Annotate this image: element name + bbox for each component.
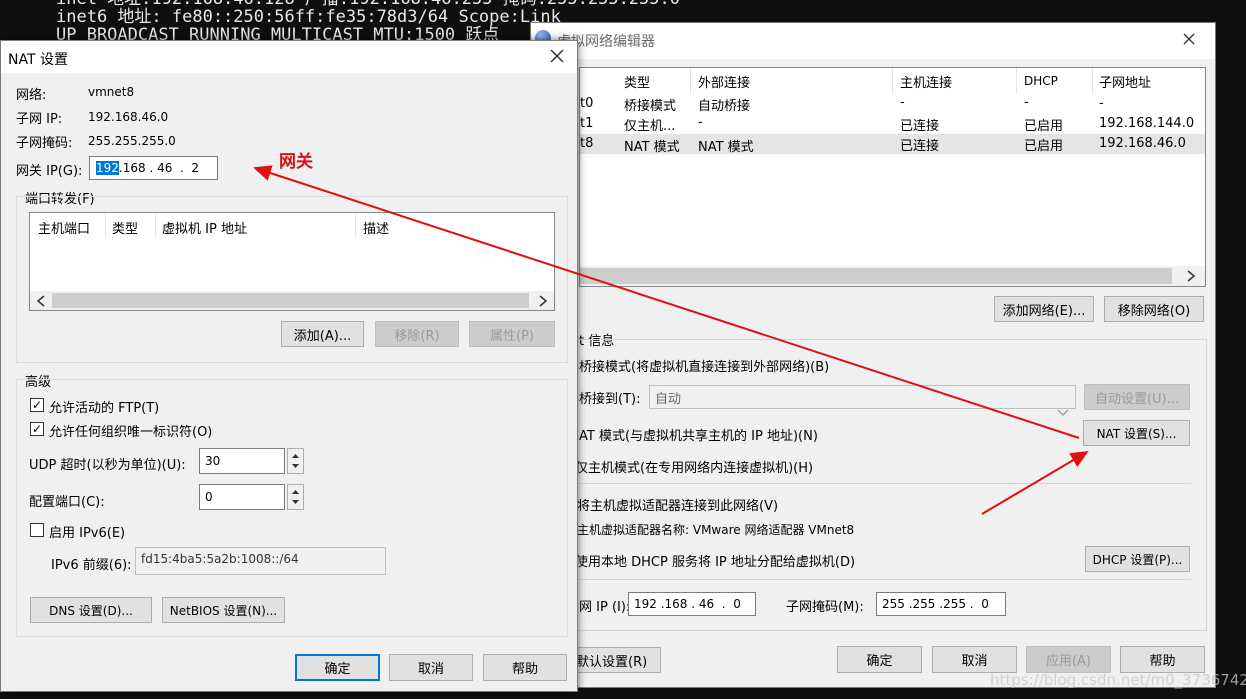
arrow-to-nat-settings [981,450,1089,515]
arrow-to-gateway [253,165,1080,439]
watermark: https://blog.csdn.net/m0_37367424 [990,671,1246,689]
annotation-arrows [253,165,1089,515]
